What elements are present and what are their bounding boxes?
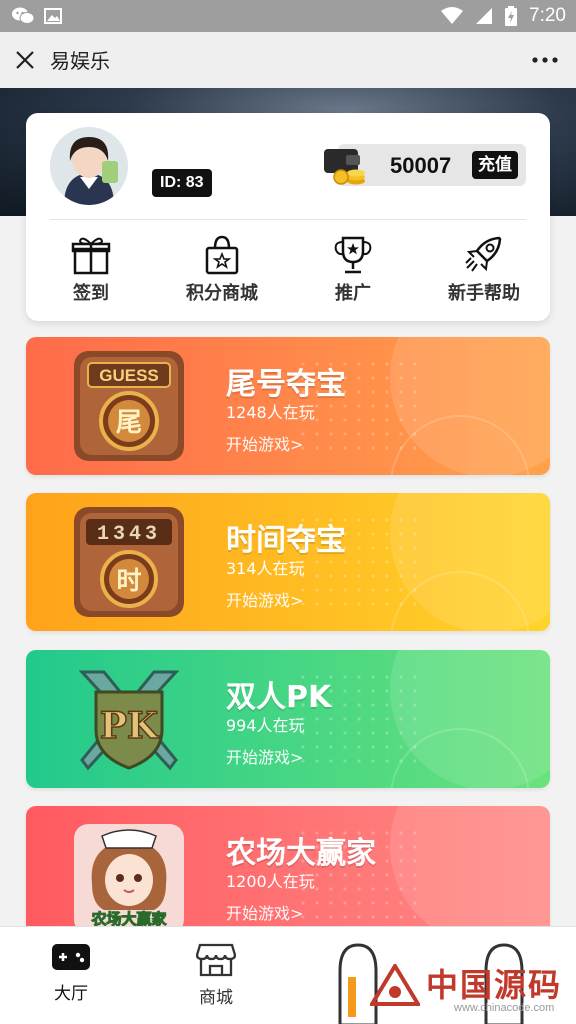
watermark: 中国源码 www.chinacode.com — [370, 950, 570, 1020]
game-title: 农场大赢家 — [226, 836, 376, 871]
game-title: 尾号夺宝 — [226, 367, 346, 402]
game-players: 1248人在玩 — [226, 403, 315, 422]
trophy-icon — [334, 236, 372, 274]
wechat-icon — [12, 7, 34, 24]
wifi-icon — [441, 7, 464, 24]
recharge-button[interactable]: 充值 — [472, 151, 518, 179]
more-icon[interactable] — [530, 48, 560, 72]
start-game-link[interactable]: 开始游戏> — [226, 900, 303, 924]
quick-action-label: 积分商城 — [186, 283, 258, 304]
wallet-coins-icon — [324, 149, 365, 185]
game-players: 314人在玩 — [226, 559, 305, 578]
rocket-icon — [465, 236, 502, 272]
game-players: 994人在玩 — [226, 716, 305, 735]
status-bar: 7:20 — [0, 0, 576, 32]
time-game-icon: 1343 时 — [74, 507, 184, 617]
quick-action-label: 新手帮助 — [448, 283, 520, 304]
game-players: 1200人在玩 — [226, 872, 315, 891]
game-title: 时间夺宝 — [226, 523, 346, 558]
start-game-link[interactable]: 开始游戏> — [226, 744, 303, 768]
divider — [50, 219, 526, 220]
quick-action-points-mall[interactable]: 积分商城 — [167, 235, 277, 305]
nav-item-store[interactable]: 商城 — [171, 941, 261, 1008]
image-icon — [44, 8, 62, 24]
store-icon — [196, 943, 236, 977]
guess-game-icon: GUESS 尾 — [74, 351, 184, 461]
start-game-link[interactable]: 开始游戏> — [226, 587, 303, 611]
farm-game-icon: 农场大赢家 — [74, 824, 184, 934]
time-char: 时 — [116, 566, 141, 595]
start-game-link[interactable]: 开始游戏> — [226, 431, 303, 455]
nav-label: 大厅 — [54, 984, 88, 1004]
game-card-tail-number[interactable]: GUESS 尾 尾号夺宝 1248人在玩 开始游戏> — [26, 337, 550, 475]
quick-action-label: 推广 — [335, 283, 371, 304]
page-title: 易娱乐 — [50, 49, 110, 73]
quick-action-label: 签到 — [73, 283, 109, 304]
close-icon[interactable] — [12, 47, 38, 73]
gamepad-icon — [52, 944, 90, 970]
shopping-bag-icon — [205, 235, 239, 275]
clock: 7:20 — [529, 5, 566, 26]
tail-char: 尾 — [116, 408, 142, 438]
quick-action-checkin[interactable]: 签到 — [36, 235, 146, 305]
game-card-time[interactable]: 1343 时 时间夺宝 314人在玩 开始游戏> — [26, 493, 550, 631]
coins-balance: 50007 — [390, 153, 452, 178]
profile-card: ID: 83 50007 充值 签到 积分商城 推广 新手帮助 — [26, 113, 550, 321]
bottom-nav: 大厅 商城 中国源码 www.chinacode.com — [0, 926, 576, 1024]
battery-icon — [505, 6, 518, 26]
gift-icon — [71, 237, 111, 275]
watermark-logo-icon — [370, 964, 420, 1006]
quick-action-promote[interactable]: 推广 — [298, 235, 408, 305]
game-card-pk[interactable]: PK 双人PK 994人在玩 开始游戏> — [26, 650, 550, 788]
avatar[interactable] — [50, 127, 128, 205]
pk-label: PK — [100, 705, 160, 747]
watermark-text: 中国源码 — [426, 966, 563, 1004]
pk-game-icon: PK — [74, 664, 184, 774]
user-id-badge: ID: 83 — [152, 169, 212, 197]
nav-label: 商城 — [199, 988, 233, 1008]
quick-action-newbie-help[interactable]: 新手帮助 — [429, 235, 539, 305]
nav-item-lobby[interactable]: 大厅 — [26, 941, 116, 1004]
time-digits: 1343 — [97, 523, 161, 546]
signal-icon — [476, 8, 493, 24]
watermark-url: www.chinacode.com — [454, 1002, 555, 1014]
game-title: 双人PK — [226, 680, 332, 715]
title-bar: 易娱乐 — [0, 32, 576, 88]
guess-label: GUESS — [99, 366, 159, 385]
